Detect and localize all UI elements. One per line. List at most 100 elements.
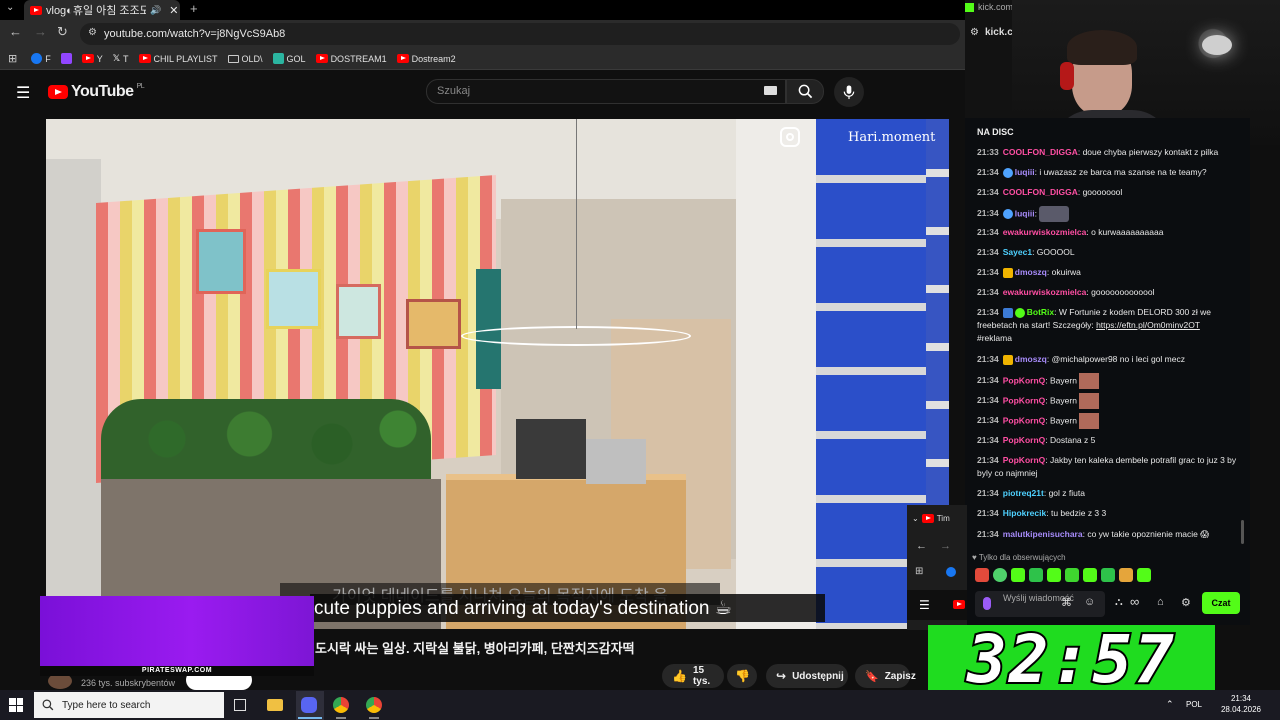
chat-text: Bayern xyxy=(1049,415,1077,426)
chat-message: 21:34 PopKornQ: Bayern xyxy=(977,393,1237,409)
chrome-icon[interactable] xyxy=(366,697,382,713)
emote-icon[interactable] xyxy=(1047,568,1061,582)
address-bar[interactable]: youtube.com/watch?v=j8NgVcS9Ab8 xyxy=(80,23,960,45)
store-icon[interactable]: ⌂ xyxy=(1157,596,1164,608)
chat-user[interactable]: BotRix xyxy=(1027,307,1054,317)
active-tab[interactable]: vlog◐휴일 아침 조조모니 🔊 ✕ xyxy=(24,0,180,20)
chat-text: GOOOOL xyxy=(1036,247,1075,257)
emote-icon[interactable] xyxy=(1137,568,1151,582)
language-indicator[interactable]: POL xyxy=(1186,700,1202,709)
bookmark-youtube[interactable]: Y xyxy=(81,54,103,64)
mini-facebook-icon[interactable] xyxy=(946,567,956,577)
video-mural-window xyxy=(336,284,381,339)
voice-search-button[interactable] xyxy=(834,77,864,107)
chat-user[interactable]: Sayec1 xyxy=(1003,247,1032,257)
chat-send-button[interactable]: Czat xyxy=(1202,592,1240,614)
chat-user[interactable]: piotreq21t xyxy=(1003,488,1044,498)
chat-user[interactable]: Hipokrecik xyxy=(1003,508,1046,518)
emoji-icon[interactable]: ☺ xyxy=(1084,596,1095,608)
chat-time: 21:34 xyxy=(977,488,999,498)
chat-user[interactable]: PopKornQ xyxy=(1003,455,1046,465)
emote-icon[interactable] xyxy=(993,568,1007,582)
search-button[interactable] xyxy=(786,79,824,104)
chat-text: gooooooooooool xyxy=(1091,287,1155,297)
chrome-icon[interactable] xyxy=(333,697,349,713)
bookmark-gol[interactable]: GOL xyxy=(272,53,306,64)
taskbar-clock[interactable]: 21:34 28.04.2026 xyxy=(1206,693,1276,715)
search-input[interactable]: Szukaj xyxy=(426,79,786,104)
bookmark-twitch[interactable] xyxy=(60,53,72,64)
ad-banner[interactable] xyxy=(40,596,314,666)
bookmark-x[interactable]: 𝕏T xyxy=(113,53,129,64)
chat-user[interactable]: PopKornQ xyxy=(1003,435,1046,445)
emote-icon[interactable] xyxy=(1011,568,1025,582)
new-tab-button[interactable]: + xyxy=(190,1,198,16)
chat-user[interactable]: ewakurwiskozmielca xyxy=(1003,287,1087,297)
emote-icon[interactable] xyxy=(1029,568,1043,582)
chat-text: co yw takie opoznienie macie 😱 xyxy=(1087,529,1210,539)
task-view-icon[interactable] xyxy=(234,699,246,711)
chat-user[interactable]: ewakurwiskozmielca xyxy=(1003,227,1087,237)
chat-user[interactable]: PopKornQ xyxy=(1003,375,1046,385)
bookmark-dostream2[interactable]: Dostream2 xyxy=(396,54,456,64)
chat-user[interactable]: COOLFON_DIGGA xyxy=(1003,147,1078,157)
bookmark-facebook[interactable]: F xyxy=(31,53,51,64)
site-info-icon[interactable]: ⚙ xyxy=(88,27,97,38)
chat-user[interactable]: malutkipenisuchara xyxy=(1003,529,1083,539)
chat-link[interactable]: https://eftn.pl/Om0minv2OT xyxy=(1096,320,1200,330)
kick-url[interactable]: ⚙ kick.c xyxy=(970,27,1013,38)
chat-user[interactable]: luqiii xyxy=(1015,208,1035,218)
dislike-button[interactable]: 👎 xyxy=(727,664,757,688)
forward-arrow-icon[interactable]: → xyxy=(34,24,47,39)
discord-icon[interactable] xyxy=(301,697,317,713)
keyboard-icon[interactable] xyxy=(764,86,777,95)
like-button[interactable]: 👍 15 tys. xyxy=(662,664,724,688)
mini-forward-icon[interactable]: → xyxy=(940,540,951,552)
emote-icon[interactable] xyxy=(1119,568,1133,582)
emote-icon[interactable] xyxy=(975,568,989,582)
bookmark-dostream1[interactable]: DOSTREAM1 xyxy=(315,54,387,64)
windows-start-icon[interactable] xyxy=(9,698,23,712)
bookmark-folder-old[interactable]: OLD\ xyxy=(227,54,263,64)
emote-icon[interactable] xyxy=(1101,568,1115,582)
chat-message: 21:34 dmoszq: okuirwa xyxy=(977,267,1081,278)
taskbar-search[interactable]: Type here to search xyxy=(34,692,224,718)
apps-grid-icon[interactable]: ⊞ xyxy=(8,52,17,65)
mini-apps-icon[interactable]: ⊞ xyxy=(915,566,923,577)
settings-gear-icon[interactable]: ⚙ xyxy=(1181,596,1191,609)
youtube-logo[interactable]: YouTube PL xyxy=(48,83,145,101)
close-tab-icon[interactable]: ✕ xyxy=(169,4,178,17)
back-arrow-icon[interactable]: ← xyxy=(9,24,22,39)
emote-icon[interactable] xyxy=(1083,568,1097,582)
chevron-down-icon[interactable]: ⌄ xyxy=(912,514,919,523)
mini-back-icon[interactable]: ← xyxy=(916,540,927,552)
infinity-icon[interactable]: ∞ xyxy=(1130,594,1139,609)
file-explorer-icon[interactable] xyxy=(267,699,283,711)
emote-icon[interactable] xyxy=(1065,568,1079,582)
chat-user[interactable]: luqiii xyxy=(1015,167,1035,177)
users-icon[interactable]: ⛬ xyxy=(1115,596,1123,609)
mini-menu-icon[interactable]: ☰ xyxy=(919,598,930,612)
chat-user[interactable]: PopKornQ xyxy=(1003,415,1046,425)
save-label: Zapisz xyxy=(884,670,916,682)
save-button[interactable]: 🔖 Zapisz xyxy=(855,664,916,688)
tray-chevron-icon[interactable]: ⌃ xyxy=(1166,699,1174,710)
chat-user[interactable]: dmoszq xyxy=(1015,267,1047,277)
command-icon[interactable]: ⌘ xyxy=(1061,596,1072,609)
chat-user[interactable]: COOLFON_DIGGA xyxy=(1003,187,1078,197)
chat-user[interactable]: dmoszq xyxy=(1015,354,1047,364)
chat-user[interactable]: PopKornQ xyxy=(1003,395,1046,405)
chat-time: 21:34 xyxy=(977,287,999,297)
tab-list-button[interactable]: ⌄ xyxy=(6,2,14,13)
menu-hamburger-icon[interactable]: ☰ xyxy=(16,83,30,103)
kick-tab[interactable]: kick.com xyxy=(965,2,1013,13)
share-button[interactable]: ↪ Udostępnij xyxy=(766,664,848,688)
video-player[interactable] xyxy=(46,119,949,629)
search-icon xyxy=(798,84,812,99)
audio-icon[interactable]: 🔊 xyxy=(150,5,161,16)
reload-icon[interactable]: ↻ xyxy=(57,24,68,40)
video-column xyxy=(736,119,816,629)
chat-scrollbar[interactable] xyxy=(1241,520,1244,544)
bookmark-chil-playlist[interactable]: CHIL PLAYLIST xyxy=(138,54,218,64)
mini-tab[interactable]: ⌄ Tim xyxy=(912,511,967,525)
